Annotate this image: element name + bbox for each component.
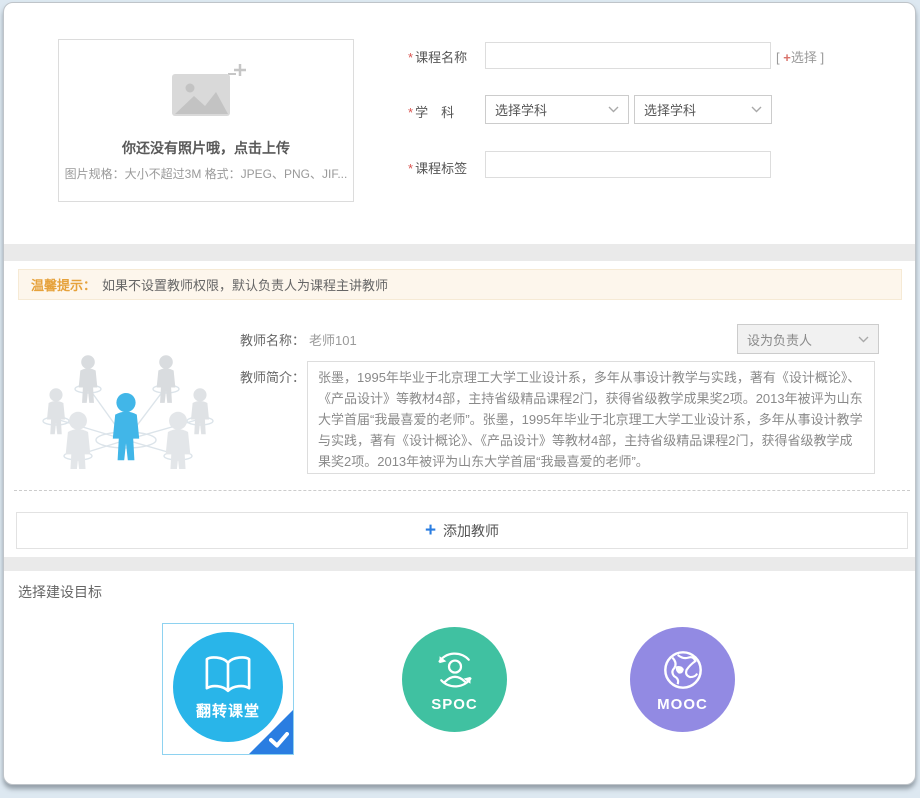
course-tag-input[interactable] xyxy=(485,151,771,178)
course-name-input[interactable] xyxy=(485,42,771,69)
goal-label: MOOC xyxy=(657,696,708,713)
section-divider xyxy=(4,557,915,571)
chevron-down-icon xyxy=(751,106,762,113)
course-edit-card: 你还没有照片哦，点击上传 图片规格：大小不超过3M 格式：JPEG、PNG、JI… xyxy=(3,2,916,785)
required-mark: * xyxy=(408,161,413,176)
check-icon xyxy=(269,732,289,748)
globe-icon xyxy=(660,647,706,693)
page-background: 你还没有照片哦，点击上传 图片规格：大小不超过3M 格式：JPEG、PNG、JI… xyxy=(0,0,920,798)
goal-mooc[interactable]: MOOC xyxy=(630,627,735,732)
cover-upload-box[interactable]: 你还没有照片哦，点击上传 图片规格：大小不超过3M 格式：JPEG、PNG、JI… xyxy=(58,39,354,202)
upload-hint-text: 你还没有照片哦，点击上传 xyxy=(59,138,353,158)
required-mark: * xyxy=(408,50,413,65)
plus-icon: + xyxy=(783,50,791,65)
notice-text: 如果不设置教师权限，默认负责人为课程主讲教师 xyxy=(102,275,388,294)
sync-person-icon xyxy=(431,647,479,693)
teacher-name-row: 教师名称： 老师101 xyxy=(240,330,357,349)
teacher-name-value: 老师101 xyxy=(309,333,357,348)
image-placeholder-icon xyxy=(59,60,353,126)
chevron-down-icon xyxy=(608,106,619,113)
add-teacher-button[interactable]: + 添加教师 xyxy=(16,512,908,549)
chevron-down-icon xyxy=(858,336,869,343)
open-book-icon xyxy=(199,653,257,697)
subject-select-2[interactable]: 选择学科 xyxy=(634,95,772,124)
goal-label: SPOC xyxy=(431,696,478,713)
goal-flipped-classroom[interactable]: 翻转课堂 xyxy=(162,623,294,755)
required-mark: * xyxy=(408,105,413,120)
course-name-label: *课程名称 xyxy=(408,47,467,66)
section-divider xyxy=(4,244,915,261)
plus-icon: + xyxy=(425,521,436,540)
subject-select-1[interactable]: 选择学科 xyxy=(485,95,629,124)
notice-prefix: 温馨提示： xyxy=(31,275,96,294)
dashed-divider xyxy=(14,490,910,491)
notice-bar: 温馨提示： 如果不设置教师权限，默认负责人为课程主讲教师 xyxy=(18,269,902,300)
goal-label: 翻转课堂 xyxy=(196,700,260,721)
teacher-network-illustration xyxy=(26,343,230,469)
goals-section-label: 选择建设目标 xyxy=(18,582,102,602)
subject-label: *学 科 xyxy=(408,102,454,121)
teacher-intro-textarea[interactable]: 张墨，1995年毕业于北京理工大学工业设计系，多年从事设计教学与实践，著有《设计… xyxy=(307,361,875,474)
teacher-name-label: 教师名称： xyxy=(240,333,305,348)
upload-spec-text: 图片规格：大小不超过3M 格式：JPEG、PNG、JIF... xyxy=(59,165,353,182)
teacher-intro-label: 教师简介： xyxy=(240,367,305,386)
course-tag-label: *课程标签 xyxy=(408,158,467,177)
goal-spoc[interactable]: SPOC xyxy=(402,627,507,732)
course-name-choose-link[interactable]: [ +选择 ] xyxy=(776,47,824,66)
teacher-role-select[interactable]: 设为负责人 xyxy=(737,324,879,354)
